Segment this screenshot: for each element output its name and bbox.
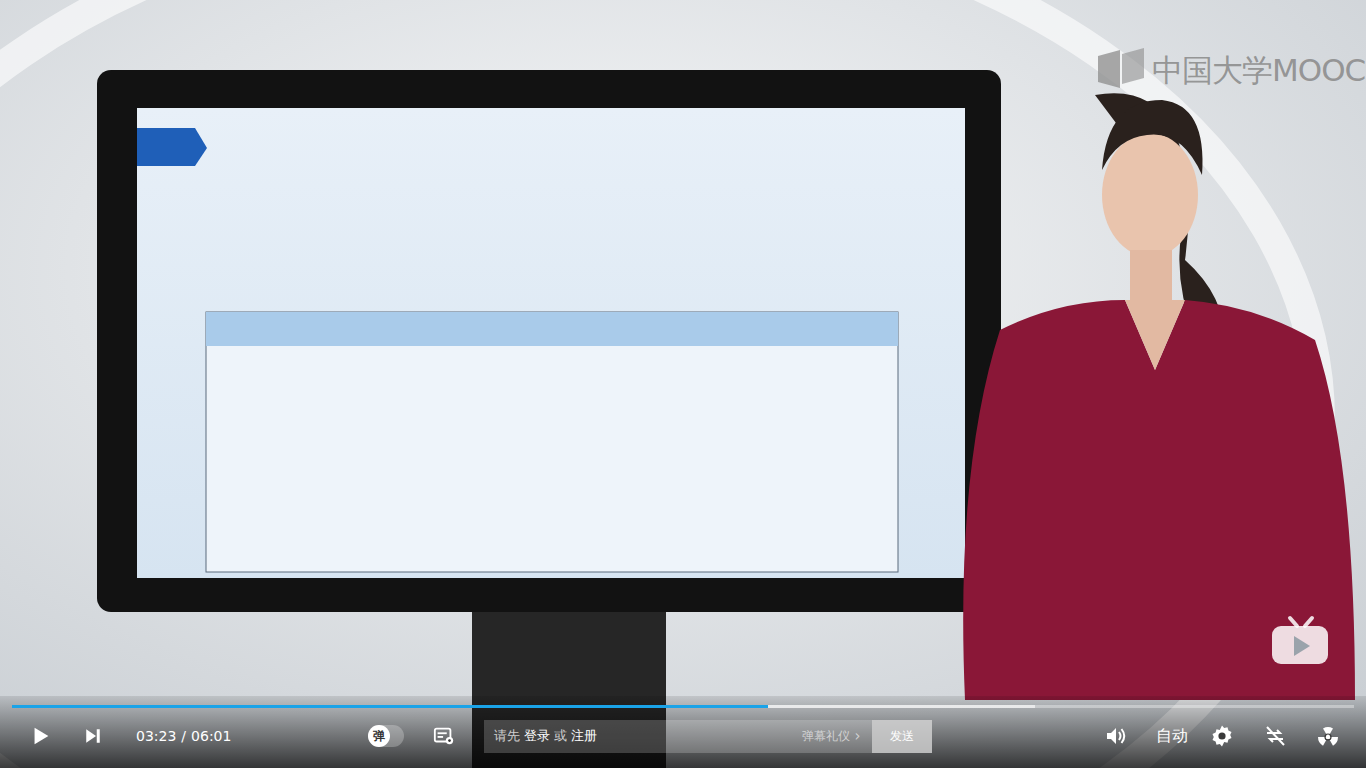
login-or: 或: [554, 726, 567, 746]
danmaku-toggle[interactable]: 弹: [368, 725, 404, 747]
control-row: 03:23/06:01 弹 请先登录或注册 弹幕礼仪› 发送 自动: [0, 708, 1366, 764]
mooc-logo: 中国大学MOOC: [1096, 48, 1365, 92]
play-icon[interactable]: [30, 725, 52, 747]
current-time: 03:23: [136, 726, 176, 747]
radiation-icon[interactable]: [1316, 724, 1340, 748]
etiquette-label[interactable]: 弹幕礼仪: [802, 727, 850, 745]
login-link[interactable]: 登录: [524, 726, 550, 746]
gear-icon[interactable]: [1210, 724, 1234, 748]
video-frame[interactable]: [0, 0, 1366, 768]
book-logo-icon: [1096, 48, 1146, 92]
send-button[interactable]: 发送: [872, 720, 932, 753]
next-icon[interactable]: [84, 727, 102, 745]
tv-play-icon[interactable]: [1270, 614, 1330, 666]
quality-selector[interactable]: 自动: [1156, 724, 1188, 748]
time-separator: /: [181, 726, 186, 747]
video-player[interactable]: 中国大学MOOC 03:23/06:01 弹 请先登录或注册 弹幕礼仪› 发送 自动: [0, 0, 1366, 768]
login-prompt: 请先登录或注册: [494, 726, 597, 746]
etiquette-arrow[interactable]: ›: [854, 725, 860, 748]
logo-text: 中国大学MOOC: [1152, 50, 1365, 90]
time-display: 03:23/06:01: [136, 726, 231, 747]
danmaku-field[interactable]: 请先登录或注册 弹幕礼仪›: [484, 720, 872, 753]
control-bar: 03:23/06:01 弹 请先登录或注册 弹幕礼仪› 发送 自动: [0, 696, 1366, 768]
loop-off-icon[interactable]: [1262, 724, 1288, 748]
register-link[interactable]: 注册: [571, 726, 597, 746]
played-fill: [12, 705, 768, 708]
volume-icon[interactable]: [1104, 724, 1128, 748]
danmaku-settings-icon[interactable]: [432, 725, 456, 747]
duration: 06:01: [191, 726, 231, 747]
progress-track[interactable]: [12, 705, 1354, 708]
danmaku-etiquette-link[interactable]: 弹幕礼仪›: [802, 725, 860, 748]
danmaku-input[interactable]: 请先登录或注册 弹幕礼仪› 发送: [484, 720, 932, 753]
login-prefix: 请先: [494, 726, 520, 746]
danmaku-knob[interactable]: 弹: [368, 725, 390, 747]
